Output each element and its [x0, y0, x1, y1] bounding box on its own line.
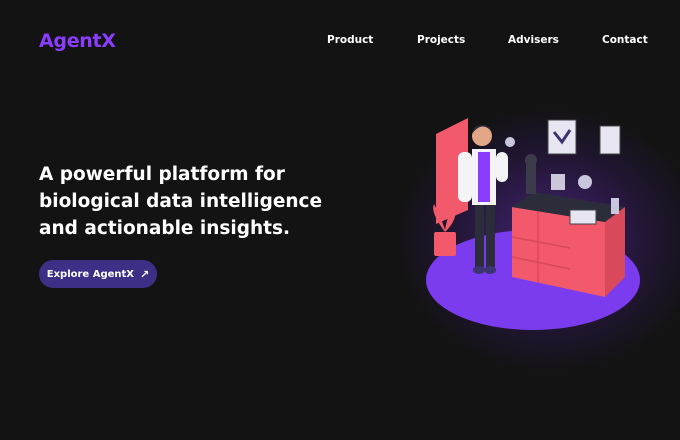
- nav-item-contact[interactable]: Contact: [602, 34, 648, 46]
- lab-chart: [599, 125, 621, 155]
- arrow-up-right-icon: ↗: [140, 267, 150, 281]
- explore-button-label: Explore AgentX: [46, 268, 134, 280]
- microscope: [526, 162, 536, 194]
- plant-pot: [434, 232, 456, 256]
- hero-headline: A powerful platform for biological data …: [39, 164, 323, 239]
- explore-button[interactable]: Explore AgentX ↗: [39, 260, 157, 288]
- nav-item-product[interactable]: Product: [327, 34, 373, 46]
- lab-poster: [547, 119, 577, 155]
- top-nav: Product Projects Advisers Contact: [0, 34, 680, 50]
- nav-item-advisers[interactable]: Advisers: [508, 34, 559, 46]
- scientist-lab-illustration: [426, 118, 640, 330]
- nav-item-projects[interactable]: Projects: [417, 34, 465, 46]
